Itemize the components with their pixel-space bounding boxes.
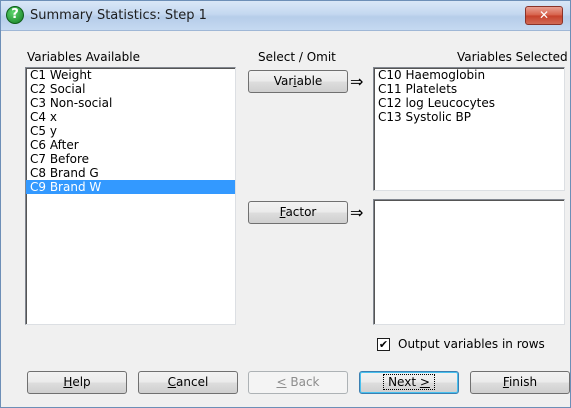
selected-variable-item[interactable]: C10 Haemoglobin — [374, 68, 564, 82]
available-variable-item[interactable]: C8 Brand G — [26, 166, 235, 180]
cancel-button-label: Cancel — [167, 375, 209, 389]
variables-selected-list[interactable]: C10 Haemoglobin C11 Platelets C12 log Leuc… — [373, 67, 565, 191]
help-button[interactable]: Help — [27, 371, 127, 394]
factor-button[interactable]: Factor — [248, 201, 348, 224]
back-button[interactable]: < Back — [248, 371, 348, 394]
available-variable-item[interactable]: C1 Weight — [26, 68, 235, 82]
selected-variable-item[interactable]: C11 Platelets — [374, 82, 564, 96]
next-button[interactable]: Next > — [359, 371, 459, 394]
output-in-rows-label[interactable]: Output variables in rows — [398, 337, 545, 351]
variables-available-list[interactable]: C1 Weight C2 Social C3 Non-social C4 x C5 yC… — [25, 67, 236, 325]
selected-variable-item[interactable]: C13 Systolic BP — [374, 110, 564, 124]
available-variable-item[interactable]: C6 After — [26, 138, 235, 152]
close-button[interactable]: ✕ — [525, 6, 563, 25]
factor-button-label: Factor — [279, 205, 317, 219]
available-variable-item[interactable]: C5 y — [26, 124, 235, 138]
dialog-window: ? Summary Statistics: Step 1 ✕ Variables… — [0, 0, 571, 408]
next-button-label: Next > — [383, 374, 435, 390]
variables-available-label: Variables Available — [27, 50, 140, 64]
title-bar[interactable]: ? Summary Statistics: Step 1 ✕ — [1, 1, 570, 31]
available-variable-item[interactable]: C4 x — [26, 110, 235, 124]
help-button-label: Help — [63, 375, 91, 389]
variables-selected-label: Variables Selected — [457, 50, 568, 64]
variable-arrow-icon: ⇒ — [350, 72, 364, 91]
selected-variable-item[interactable]: C12 log Leucocytes — [374, 96, 564, 110]
variable-button-label: Variable — [273, 74, 323, 88]
help-question-icon: ? — [6, 6, 24, 24]
factor-list[interactable] — [373, 199, 565, 325]
select-omit-label: Select / Omit — [258, 50, 336, 64]
available-variable-item[interactable]: C9 Brand W — [26, 180, 235, 194]
output-in-rows-checkbox[interactable]: ✔ — [377, 338, 390, 351]
available-variable-item[interactable]: C2 Social — [26, 82, 235, 96]
variable-button[interactable]: Variable — [248, 70, 348, 93]
available-variable-item[interactable]: C7 Before — [26, 152, 235, 166]
factor-arrow-icon: ⇒ — [350, 203, 364, 222]
finish-button-label: Finish — [502, 375, 538, 389]
back-button-label: < Back — [276, 375, 320, 389]
cancel-button[interactable]: Cancel — [138, 371, 238, 394]
window-title: Summary Statistics: Step 1 — [30, 8, 207, 23]
available-variable-item[interactable]: C3 Non-social — [26, 96, 235, 110]
finish-button[interactable]: Finish — [470, 371, 570, 394]
